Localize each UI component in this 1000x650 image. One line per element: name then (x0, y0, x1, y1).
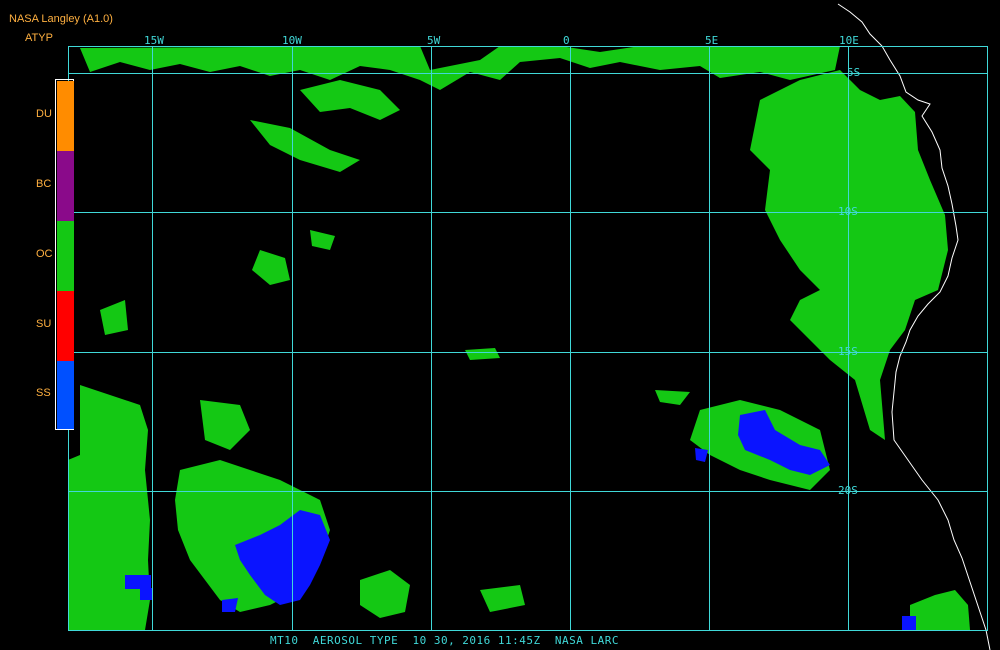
legend-swatch-bc (57, 151, 74, 221)
data-source-label: NASA Langley (A1.0) (9, 13, 113, 25)
legend-swatch-su (57, 291, 74, 361)
color-legend (55, 79, 74, 430)
legend-swatch-du (57, 81, 74, 151)
legend-swatch-ss (57, 361, 74, 429)
lon-label-5w: 5W (427, 34, 441, 47)
product-code-label: ATYP (25, 32, 53, 44)
lat-label-20s: 20S (838, 484, 858, 497)
legend-label-bc: BC (36, 178, 52, 190)
lat-label-15s: 15S (838, 345, 858, 358)
lat-label-10s: 10S (838, 205, 858, 218)
legend-swatch-oc (57, 221, 74, 291)
legend-label-du: DU (36, 108, 52, 120)
lon-label-5e: 5E (705, 34, 719, 47)
legend-label-ss: SS (36, 387, 51, 399)
lon-label-0: 0 (563, 34, 570, 47)
lon-label-10e: 10E (839, 34, 859, 47)
lat-label-5s: 5S (847, 66, 861, 79)
lon-label-10w: 10W (282, 34, 302, 47)
lon-label-15w: 15W (144, 34, 164, 47)
legend-label-su: SU (36, 318, 52, 330)
legend-label-oc: OC (36, 248, 53, 260)
map-caption: MT10 AEROSOL TYPE 10 30, 2016 11:45Z NAS… (270, 634, 620, 647)
aerosol-type-map (0, 0, 1000, 650)
